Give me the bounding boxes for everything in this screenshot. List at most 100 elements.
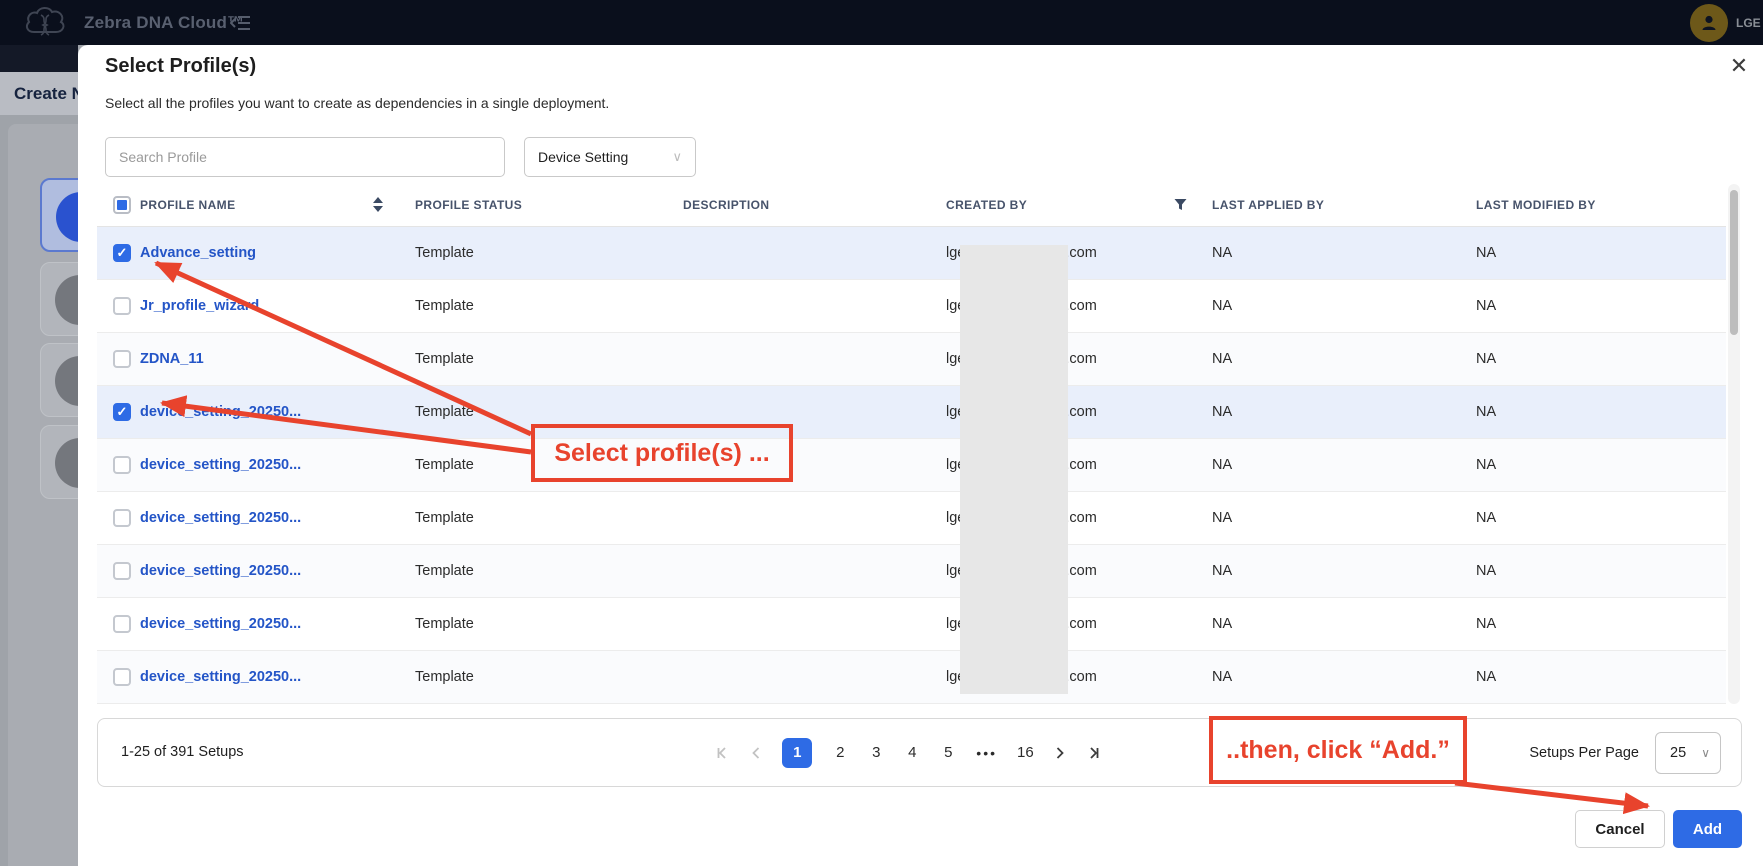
last-applied-by-cell: NA	[1212, 404, 1476, 420]
dimmed-background-page: Create Ne	[0, 45, 78, 866]
close-icon[interactable]: ✕	[1726, 53, 1752, 79]
table-row: device_setting_20250...Templatelge.comNA…	[97, 492, 1726, 545]
col-header-profile-status: PROFILE STATUS	[415, 198, 522, 212]
zebra-dna-cloud-logo-icon	[22, 4, 68, 42]
last-modified-by-cell: NA	[1476, 510, 1726, 526]
table-row: ZDNA_11Templatelge.comNANA	[97, 333, 1726, 386]
profile-name-link[interactable]: device_setting_20250...	[140, 404, 415, 420]
last-modified-by-cell: NA	[1476, 245, 1726, 261]
person-icon	[1699, 13, 1719, 33]
table-row: ✓Advance_settingTemplatelge.comNANA	[97, 227, 1726, 280]
profile-status-cell: Template	[415, 563, 683, 579]
prev-page-icon[interactable]	[750, 746, 762, 760]
search-profile-input[interactable]	[105, 137, 505, 177]
cancel-button[interactable]: Cancel	[1575, 810, 1665, 848]
profiles-table: PROFILE NAME PROFILE STATUS DESCRIPTION …	[97, 183, 1726, 704]
table-header-row: PROFILE NAME PROFILE STATUS DESCRIPTION …	[97, 183, 1726, 227]
row-checkbox[interactable]	[113, 297, 131, 315]
table-row: Jr_profile_wizardTemplatelge.comNANA	[97, 280, 1726, 333]
collapse-sidebar-icon[interactable]	[230, 14, 252, 32]
row-checkbox[interactable]	[113, 615, 131, 633]
last-applied-by-cell: NA	[1212, 669, 1476, 685]
profile-type-dropdown[interactable]: Device Setting ∨	[524, 137, 696, 177]
profile-name-link[interactable]: device_setting_20250...	[140, 563, 415, 579]
per-page-control: Setups Per Page 25 ∨	[1529, 719, 1721, 786]
profile-status-cell: Template	[415, 669, 683, 685]
pager: 1 2345•••16	[598, 719, 1218, 786]
first-page-icon[interactable]	[715, 746, 730, 760]
row-checkbox[interactable]	[113, 350, 131, 368]
add-button[interactable]: Add	[1673, 810, 1742, 848]
row-checkbox[interactable]	[113, 509, 131, 527]
col-header-last-applied-by: LAST APPLIED BY	[1212, 198, 1324, 212]
profile-name-link[interactable]: device_setting_20250...	[140, 510, 415, 526]
table-scrollbar	[1728, 184, 1740, 704]
profile-status-cell: Template	[415, 245, 683, 261]
profile-name-link[interactable]: device_setting_20250...	[140, 616, 415, 632]
profile-name-link[interactable]: device_setting_20250...	[140, 669, 415, 685]
profile-status-cell: Template	[415, 616, 683, 632]
modal-subtitle: Select all the profiles you want to crea…	[105, 95, 609, 111]
user-avatar[interactable]	[1690, 4, 1728, 42]
chevron-down-icon: ∨	[672, 149, 682, 165]
chevron-down-icon: ∨	[1701, 746, 1710, 760]
last-modified-by-cell: NA	[1476, 563, 1726, 579]
last-applied-by-cell: NA	[1212, 351, 1476, 367]
user-label: LGE	[1736, 16, 1761, 30]
col-header-last-modified-by: LAST MODIFIED BY	[1476, 198, 1596, 212]
last-modified-by-cell: NA	[1476, 351, 1726, 367]
per-page-dropdown[interactable]: 25 ∨	[1655, 732, 1721, 774]
last-applied-by-cell: NA	[1212, 510, 1476, 526]
background-dark-strip	[0, 45, 78, 72]
profile-name-link[interactable]: Jr_profile_wizard	[140, 298, 415, 314]
page-number[interactable]: 3	[868, 744, 884, 761]
table-row: device_setting_20250...Templatelge.comNA…	[97, 439, 1726, 492]
last-applied-by-cell: NA	[1212, 563, 1476, 579]
last-modified-by-cell: NA	[1476, 669, 1726, 685]
sort-icon[interactable]	[373, 197, 383, 212]
last-applied-by-cell: NA	[1212, 457, 1476, 473]
background-page-title: Create Ne	[0, 84, 78, 104]
last-modified-by-cell: NA	[1476, 404, 1726, 420]
last-applied-by-cell: NA	[1212, 245, 1476, 261]
scrollbar-thumb[interactable]	[1730, 190, 1738, 335]
profile-status-cell: Template	[415, 404, 683, 420]
last-page-icon[interactable]	[1086, 746, 1101, 760]
col-header-description: DESCRIPTION	[683, 198, 769, 212]
last-modified-by-cell: NA	[1476, 616, 1726, 632]
row-checkbox[interactable]	[113, 456, 131, 474]
select-all-checkbox[interactable]	[113, 196, 131, 214]
table-row: device_setting_20250...Templatelge.comNA…	[97, 545, 1726, 598]
brand-name: Zebra DNA Cloud™	[84, 13, 244, 33]
profile-name-link[interactable]: ZDNA_11	[140, 351, 415, 367]
page-number-active[interactable]: 1	[782, 738, 812, 768]
pagination-summary: 1-25 of 391 Setups	[121, 744, 244, 760]
table-row: device_setting_20250...Templatelge.comNA…	[97, 651, 1726, 704]
page-number[interactable]: 16	[1017, 744, 1034, 761]
profile-name-link[interactable]: device_setting_20250...	[140, 457, 415, 473]
row-checkbox[interactable]: ✓	[113, 403, 131, 421]
modal-footer: Cancel Add	[1575, 810, 1742, 848]
row-checkbox[interactable]: ✓	[113, 244, 131, 262]
page-number[interactable]: 5	[940, 744, 956, 761]
select-profiles-modal: Select Profile(s) ✕ Select all the profi…	[78, 45, 1763, 866]
row-checkbox[interactable]	[113, 668, 131, 686]
profile-name-link[interactable]: Advance_setting	[140, 245, 415, 261]
page-number[interactable]: 2	[832, 744, 848, 761]
redaction-overlay	[960, 245, 1068, 694]
pagination-bar: 1-25 of 391 Setups 1 2345•••16 Setups Pe…	[97, 718, 1742, 787]
row-checkbox[interactable]	[113, 562, 131, 580]
modal-title: Select Profile(s)	[105, 55, 256, 78]
filter-icon[interactable]	[1174, 198, 1187, 211]
profile-status-cell: Template	[415, 510, 683, 526]
top-bar: Zebra DNA Cloud™ LGE	[0, 0, 1763, 45]
last-modified-by-cell: NA	[1476, 298, 1726, 314]
col-header-created-by: CREATED BY	[946, 198, 1027, 212]
table-row: device_setting_20250...Templatelge.comNA…	[97, 598, 1726, 651]
page-number[interactable]: 4	[904, 744, 920, 761]
col-header-profile-name: PROFILE NAME	[140, 198, 235, 212]
profile-type-dropdown-value: Device Setting	[538, 149, 628, 165]
last-modified-by-cell: NA	[1476, 457, 1726, 473]
profile-status-cell: Template	[415, 351, 683, 367]
next-page-icon[interactable]	[1054, 746, 1066, 760]
